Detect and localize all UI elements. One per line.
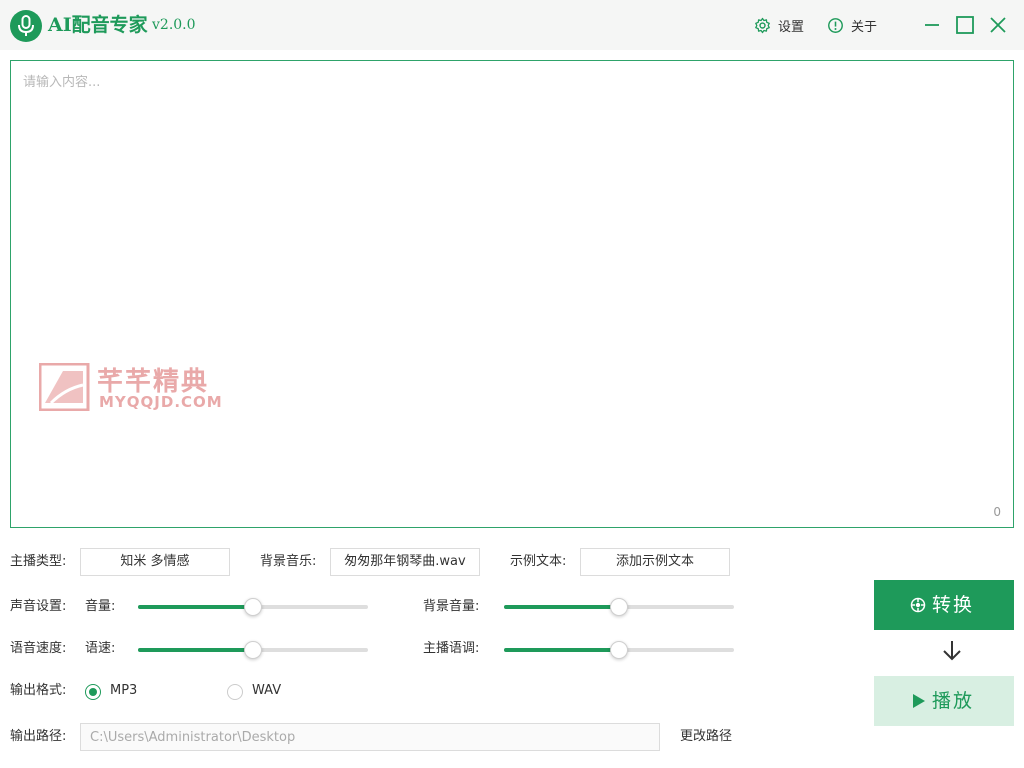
watermark: 芊芊精典 MYQQJD.COM [39, 361, 239, 411]
pitch-label: 主播语调: [423, 641, 480, 656]
watermark-text-en: MYQQJD.COM [99, 393, 223, 411]
convert-label: 转换 [932, 594, 975, 616]
about-button[interactable]: 关于 [827, 14, 883, 36]
pitch-slider[interactable] [504, 640, 734, 660]
close-button[interactable] [987, 14, 1009, 36]
anchor-type-label: 主播类型: [10, 554, 67, 569]
bg-music-label: 背景音乐: [260, 554, 317, 569]
close-icon [990, 17, 1006, 33]
slider-fill [138, 605, 253, 609]
change-path-link[interactable]: 更改路径 [680, 723, 732, 751]
play-button[interactable]: 播放 [874, 676, 1014, 726]
app-version: v2.0.0 [152, 17, 196, 33]
content-textarea[interactable] [11, 61, 1013, 507]
char-count: 0 [993, 505, 1001, 519]
format-radio-wav[interactable] [227, 684, 243, 700]
slider-fill [504, 605, 619, 609]
minimize-button[interactable] [921, 14, 943, 36]
arrow-down-icon [940, 638, 964, 664]
info-icon [828, 18, 843, 33]
format-radio-mp3[interactable] [85, 684, 101, 700]
title-bar: AI配音专家 v2.0.0 设置 关于 [0, 0, 1024, 50]
slider-thumb[interactable] [244, 641, 262, 659]
slider-fill [504, 648, 619, 652]
watermark-logo-icon [39, 363, 90, 411]
microphone-icon [10, 10, 42, 42]
output-path-label: 输出路径: [10, 729, 67, 744]
slider-thumb[interactable] [610, 598, 628, 616]
about-label: 关于 [851, 20, 878, 35]
speed-slider[interactable] [138, 640, 368, 660]
volume-label: 音量: [85, 599, 116, 614]
play-label: 播放 [932, 690, 975, 712]
speech-speed-label: 语音速度: [10, 641, 67, 656]
spinner-icon [910, 597, 926, 613]
format-label-mp3[interactable]: MP3 [110, 677, 137, 705]
output-path-input[interactable] [80, 723, 660, 751]
add-sample-text-button[interactable]: 添加示例文本 [580, 548, 730, 576]
convert-button[interactable]: 转换 [874, 580, 1014, 630]
voice-settings-label: 声音设置: [10, 599, 67, 614]
bg-volume-label: 背景音量: [423, 599, 480, 614]
text-editor: 芊芊精典 MYQQJD.COM 0 [10, 60, 1014, 528]
app-title: AI配音专家 [48, 14, 148, 36]
sample-text-label: 示例文本: [510, 554, 567, 569]
bg-volume-slider[interactable] [504, 597, 734, 617]
play-icon [913, 694, 925, 708]
settings-button[interactable]: 设置 [754, 14, 810, 36]
output-format-label: 输出格式: [10, 683, 67, 698]
gear-icon [755, 17, 770, 34]
slider-fill [138, 648, 253, 652]
bg-music-select[interactable]: 匆匆那年钢琴曲.wav [330, 548, 480, 576]
anchor-type-select[interactable]: 知米 多情感 [80, 548, 230, 576]
volume-slider[interactable] [138, 597, 368, 617]
maximize-icon [956, 16, 974, 34]
minimize-icon [925, 24, 939, 26]
settings-label: 设置 [778, 20, 805, 35]
slider-thumb[interactable] [244, 598, 262, 616]
format-label-wav[interactable]: WAV [252, 677, 281, 705]
slider-thumb[interactable] [610, 641, 628, 659]
speed-label: 语速: [85, 641, 116, 656]
maximize-button[interactable] [954, 14, 976, 36]
